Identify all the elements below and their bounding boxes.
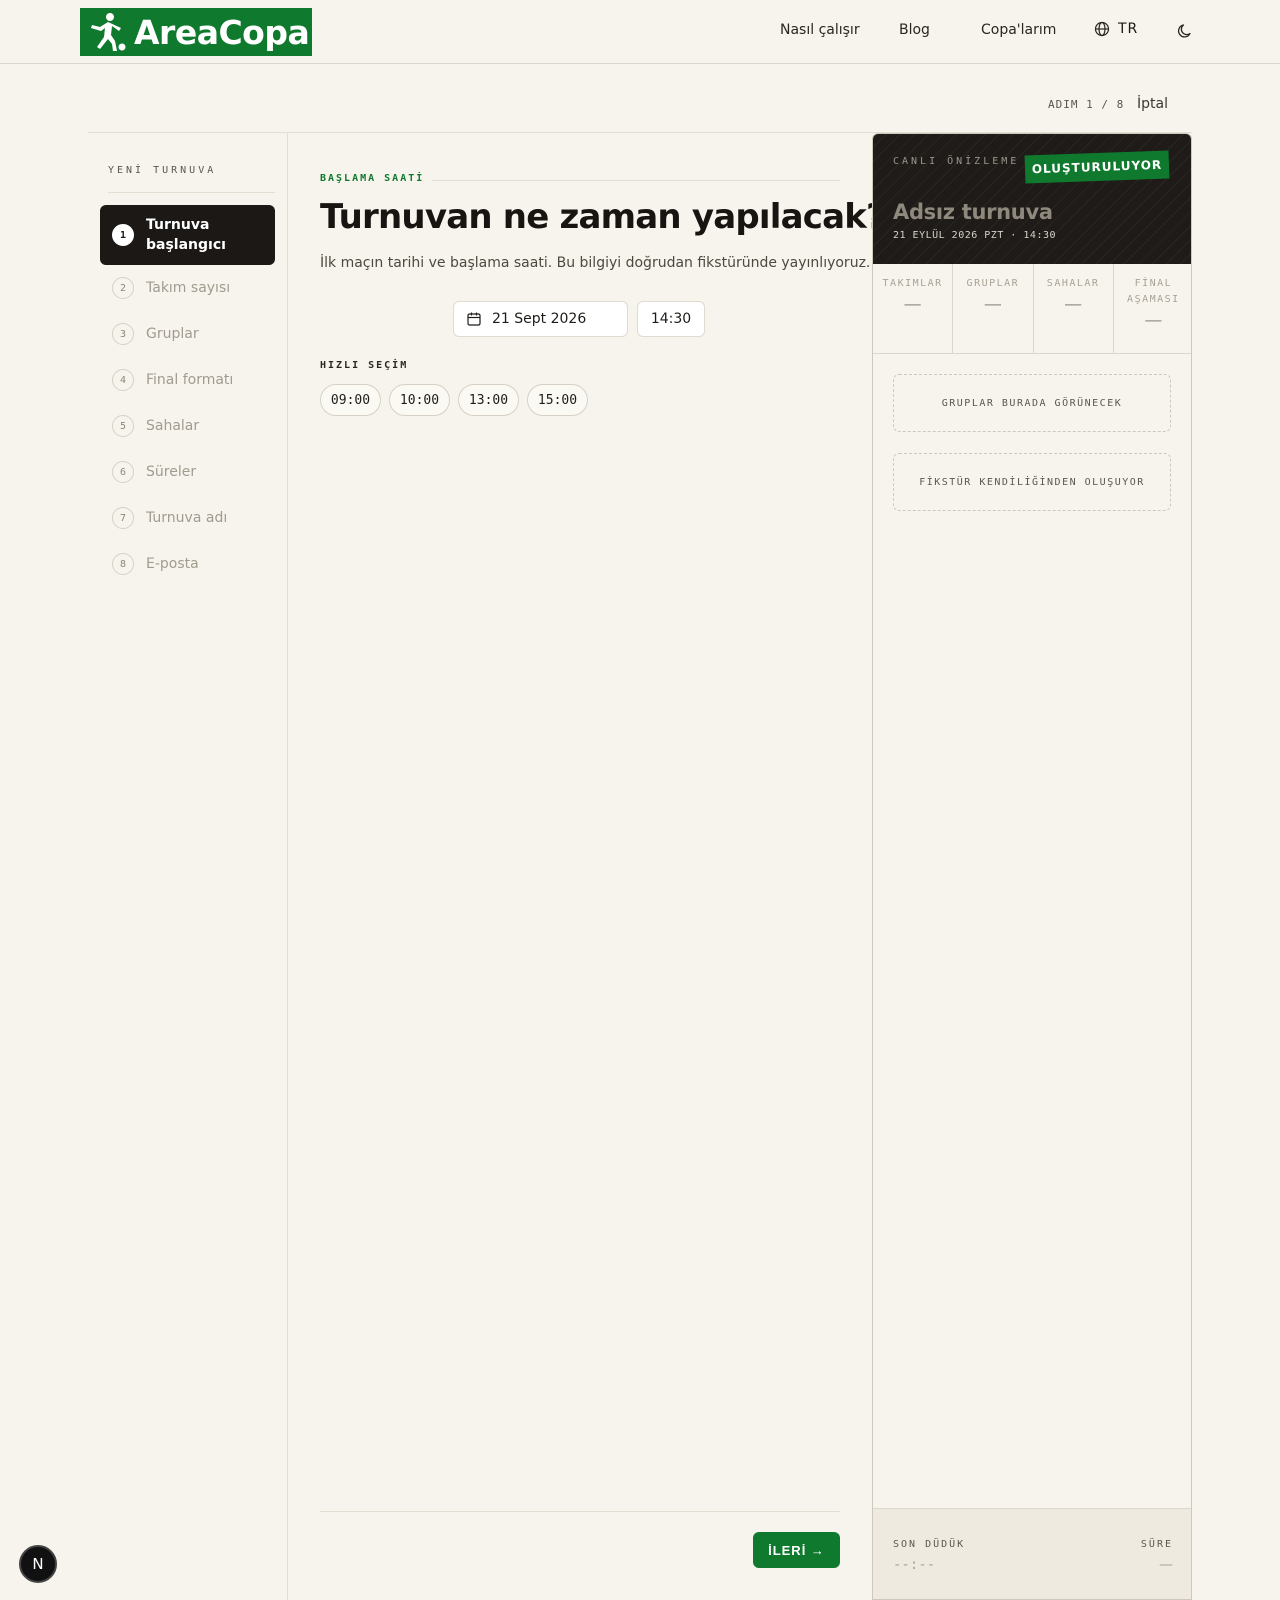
sidebar-title: YENİ TURNUVA [108, 165, 217, 176]
section-eyebrow: BAŞLAMA SAATİ [320, 173, 425, 184]
step-item-fields[interactable]: 5 Sahalar [100, 411, 275, 441]
step-label: Süreler [146, 464, 197, 480]
calendar-icon [467, 312, 481, 326]
preview-stats: TAKIMLAR — GRUPLAR — SAHALAR — FİNAL AŞA… [873, 264, 1191, 354]
live-preview-panel: CANLI ÖNİZLEME OLUŞTURULUYOR Adsız turnu… [872, 133, 1192, 1600]
stat-value: — [983, 294, 1002, 315]
time-value: 14:30 [650, 311, 692, 327]
step-number: 4 [112, 369, 134, 391]
eyebrow-divider [432, 180, 840, 181]
final-whistle-value: --:-- [893, 1557, 936, 1573]
quick-select-label: HIZLI SEÇİM [320, 360, 409, 371]
footer-divider [320, 1511, 840, 1512]
quick-time-chip[interactable]: 10:00 [389, 384, 450, 416]
quick-time-chip[interactable]: 15:00 [527, 384, 588, 416]
step-number: 6 [112, 461, 134, 483]
step-label: Final formatı [146, 372, 234, 388]
preview-header: CANLI ÖNİZLEME OLUŞTURULUYOR Adsız turnu… [873, 134, 1191, 264]
time-field[interactable]: 14:30 [637, 301, 705, 337]
groups-placeholder: GRUPLAR BURADA GÖRÜNECEK [893, 374, 1171, 432]
stat-label: GRUPLAR [966, 278, 1020, 289]
brand-logo[interactable]: AreaCopa [80, 8, 312, 56]
step-number: 2 [112, 277, 134, 299]
stat-label: TAKIMLAR [882, 278, 943, 289]
date-picker-field[interactable]: 21 Sept 2026 [453, 301, 628, 337]
step-item-groups[interactable]: 3 Gruplar [100, 319, 275, 349]
top-header: AreaCopa Nasıl çalışır Blog Copa'larım T… [0, 0, 1280, 64]
next-button[interactable]: İLERİ → [753, 1532, 840, 1568]
stat-fields: SAHALAR — [1034, 264, 1114, 353]
status-badge: OLUŞTURULUYOR [1024, 150, 1170, 184]
step-item-email[interactable]: 8 E-posta [100, 549, 275, 579]
cancel-link[interactable]: İptal [1137, 96, 1168, 112]
step-item-tournament-name[interactable]: 7 Turnuva adı [100, 503, 275, 533]
stat-final-stage: FİNAL AŞAMASI — [1114, 264, 1191, 353]
step-number: 7 [112, 507, 134, 529]
page-title: Turnuvan ne zaman yapılacak? [320, 197, 886, 237]
quick-time-chip[interactable]: 09:00 [320, 384, 381, 416]
page-description: İlk maçın tarihi ve başlama saati. Bu bi… [320, 255, 871, 271]
date-value: 21 Sept 2026 [492, 311, 587, 327]
step-item-durations[interactable]: 6 Süreler [100, 457, 275, 487]
preview-date-line: 21 EYLÜL 2026 PZT · 14:30 [893, 230, 1057, 241]
soccer-player-icon [91, 13, 126, 51]
step-number: 3 [112, 323, 134, 345]
duration-value: — [1159, 1557, 1173, 1573]
quick-time-chips: 09:00 10:00 13:00 15:00 [320, 384, 588, 416]
step-number: 5 [112, 415, 134, 437]
dev-tools-letter: N [32, 1555, 44, 1573]
step-number: 8 [112, 553, 134, 575]
quick-time-chip[interactable]: 13:00 [458, 384, 519, 416]
stat-value: — [903, 294, 922, 315]
step-item-tournament-start[interactable]: 1 Turnuva başlangıcı [100, 205, 275, 265]
language-code: TR [1118, 21, 1139, 37]
step-item-final-format[interactable]: 4 Final formatı [100, 365, 275, 395]
step-label: Sahalar [146, 418, 200, 434]
dev-tools-button[interactable]: N [19, 1545, 57, 1583]
sidebar-divider [108, 192, 275, 193]
step-label: Turnuva başlangıcı [146, 217, 226, 253]
nav-my-copas[interactable]: Copa'larım [981, 22, 1056, 38]
fixture-placeholder: FİKSTÜR KENDİLİĞİNDEN OLUŞUYOR [893, 453, 1171, 511]
step-label: Gruplar [146, 326, 199, 342]
nav-how-it-works[interactable]: Nasıl çalışır [780, 22, 860, 38]
step-label: Turnuva adı [146, 510, 228, 526]
globe-icon [1094, 21, 1110, 37]
live-preview-label: CANLI ÖNİZLEME [893, 156, 1020, 167]
language-switcher[interactable]: TR [1094, 21, 1138, 37]
moon-icon[interactable] [1176, 22, 1194, 40]
step-counter: ADIM 1 / 8 [1048, 98, 1125, 111]
step-number: 1 [112, 224, 134, 246]
nav-blog[interactable]: Blog [899, 22, 930, 38]
stat-groups: GRUPLAR — [953, 264, 1034, 353]
preview-tournament-title: Adsız turnuva [893, 200, 1053, 224]
brand-name: AreaCopa [134, 12, 310, 52]
duration-label: SÜRE [1140, 1539, 1173, 1550]
stat-label: FİNAL AŞAMASI [1127, 278, 1180, 305]
preview-footer: SON DÜDÜK --:-- SÜRE — [873, 1508, 1191, 1599]
final-whistle-label: SON DÜDÜK [893, 1539, 966, 1550]
stat-value: — [1144, 310, 1163, 331]
stat-teams: TAKIMLAR — [873, 264, 954, 353]
step-label: Takım sayısı [146, 280, 231, 296]
wizard-sidebar: YENİ TURNUVA 1 Turnuva başlangıcı 2 Takı… [88, 133, 288, 1600]
stat-value: — [1064, 294, 1083, 315]
step-item-team-count[interactable]: 2 Takım sayısı [100, 273, 275, 303]
step-label: E-posta [146, 556, 199, 572]
stat-label: SAHALAR [1046, 278, 1100, 289]
